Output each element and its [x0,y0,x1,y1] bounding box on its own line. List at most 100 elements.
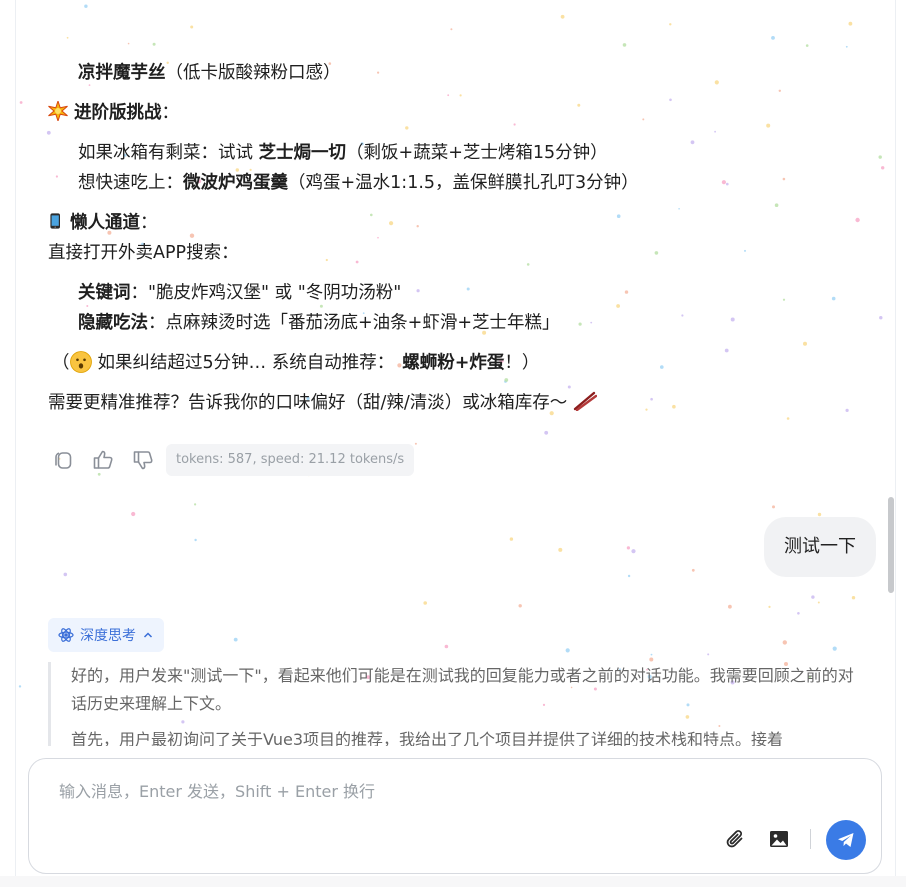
confetti-dot [817,601,820,604]
send-icon [838,833,854,847]
deep-thinking-label: 深度思考 [80,628,136,644]
attachment-icon[interactable] [721,825,749,853]
confetti-dot [389,221,394,226]
confetti-dot [721,180,727,185]
confetti-dot [504,378,509,382]
confetti-dot [848,21,853,26]
confetti-dot [450,28,453,31]
confetti-dot [18,685,22,688]
hidden-tip-line: 隐藏吃法：点麻辣烫时选「番茄汤底+油条+虾滑+芝士年糕」 [78,308,560,338]
confetti-dot [778,89,781,93]
confetti-dot [127,42,130,45]
confetti-dot [669,98,672,102]
confetti-dot [504,380,507,383]
sparkle-icon [48,101,68,121]
keyword-text: ："脆皮炸鸡汉堡" 或 "冬阴功汤粉" [130,283,402,303]
confetti-dot [405,126,409,130]
copy-icon[interactable] [50,447,76,473]
note-text: 如果纠结超过5分钟… 系统自动推荐： [97,353,395,373]
confetti-dot [726,182,729,186]
send-button[interactable] [826,820,866,860]
confetti-dot [855,217,860,223]
content-right-edge [895,0,896,887]
confetti-dot [650,653,653,656]
confetti-dot [66,36,69,39]
confetti-dot [19,101,23,104]
confetti-dot [691,568,695,572]
thinking-content: 好的，用户发来"测试一下"，看起来他们可能是在测试我的回复能力或者之前的对话功能… [48,662,868,746]
advanced-heading: 进阶版挑战： [48,98,179,128]
advanced-item-1-bold: 芝士焗一切 [258,143,347,163]
confetti-dot [707,653,710,656]
confetti-dot [565,648,570,653]
hidden-tip-text: ：点麻辣烫时选「番茄汤底+油条+虾滑+芝士年糕」 [148,313,560,333]
confetti-dot [771,36,775,40]
confetti-dot [805,44,809,47]
confetti-dot [730,317,735,322]
confetti-dot [845,45,848,48]
recommend-note: （ 如果纠结超过5分钟… 系统自动推荐： 螺蛳粉+炸蛋！） [52,348,539,378]
confetti-dot [63,572,68,577]
confetti-dot [416,225,419,228]
confetti-dot [355,260,359,264]
thumbs-down-icon[interactable] [130,447,156,473]
confetti-dot [377,71,380,74]
chevron-up-icon [143,632,153,638]
confetti-dot [526,263,530,266]
confetti-dot [325,258,328,262]
confetti-dot [774,203,779,207]
confetti-dot [55,175,59,178]
confetti-dot [578,322,582,326]
confetti-dot [782,640,787,645]
keyword-line: 关键词："脆皮炸鸡汉堡" 或 "冬阴功汤粉" [78,278,401,308]
confetti-dot [831,296,836,301]
confetti-dot [459,94,462,97]
confetti-dot [190,25,194,29]
confetti-dot [811,595,815,599]
confetti-dot [690,140,695,145]
confetti-dot [669,23,672,26]
message-input[interactable] [57,781,701,802]
advanced-item-1-pre: 如果冰箱有剩菜：试试 [78,143,259,163]
composer-divider [810,829,811,849]
confetti-dot [627,574,631,578]
confetti-dot [654,251,659,255]
dish-name: 凉拌魔芋丝 [78,63,166,83]
thumbs-up-icon[interactable] [90,447,116,473]
token-stats: tokens: 587, speed: 21.12 tokens/s [166,444,415,476]
confetti-dot [560,14,565,19]
chopsticks-icon [574,391,598,411]
note-open-paren: （ [52,353,70,373]
user-message-bubble: 测试一下 [764,517,876,577]
confetti-dot [46,130,51,135]
advanced-item-2-rest: （鸡蛋+温水1:1.5，盖保鲜膜扎孔叮3分钟） [288,173,639,193]
confetti-dot [728,604,732,609]
lazy-intro: 直接打开外卖APP搜索： [48,243,239,263]
confetti-dot [817,512,822,517]
confetti-dot [377,236,379,239]
confetti-dot [660,365,664,369]
confetti-dot [845,408,849,412]
hidden-tip-label: 隐藏吃法 [78,313,148,333]
message-composer [28,758,882,874]
confetti-dot [772,505,775,509]
confetti-dot [416,289,420,293]
closing-line: 需要更精准推荐？告诉我你的口味偏好（甜/辣/清淡）或冰箱库存～ [48,388,603,418]
advanced-heading-colon: ： [161,103,180,123]
confetti-dot [414,442,417,445]
deep-thinking-toggle[interactable]: 深度思考 [48,618,164,652]
confetti-dot [558,547,563,552]
confetti-dot [194,538,197,542]
confetti-dot [678,208,680,210]
confetti-dot [782,298,786,301]
user-message-text: 测试一下 [784,536,856,557]
image-icon[interactable] [765,825,793,853]
confetti-dot [786,417,790,420]
confetti-dot [544,430,549,435]
confetti-dot [513,123,516,126]
scrollbar-thumb[interactable] [888,497,894,593]
confetti-dot [878,155,882,159]
confetti-dot [649,657,654,662]
confetti-dot [782,177,786,181]
confetti-dot [803,341,807,346]
